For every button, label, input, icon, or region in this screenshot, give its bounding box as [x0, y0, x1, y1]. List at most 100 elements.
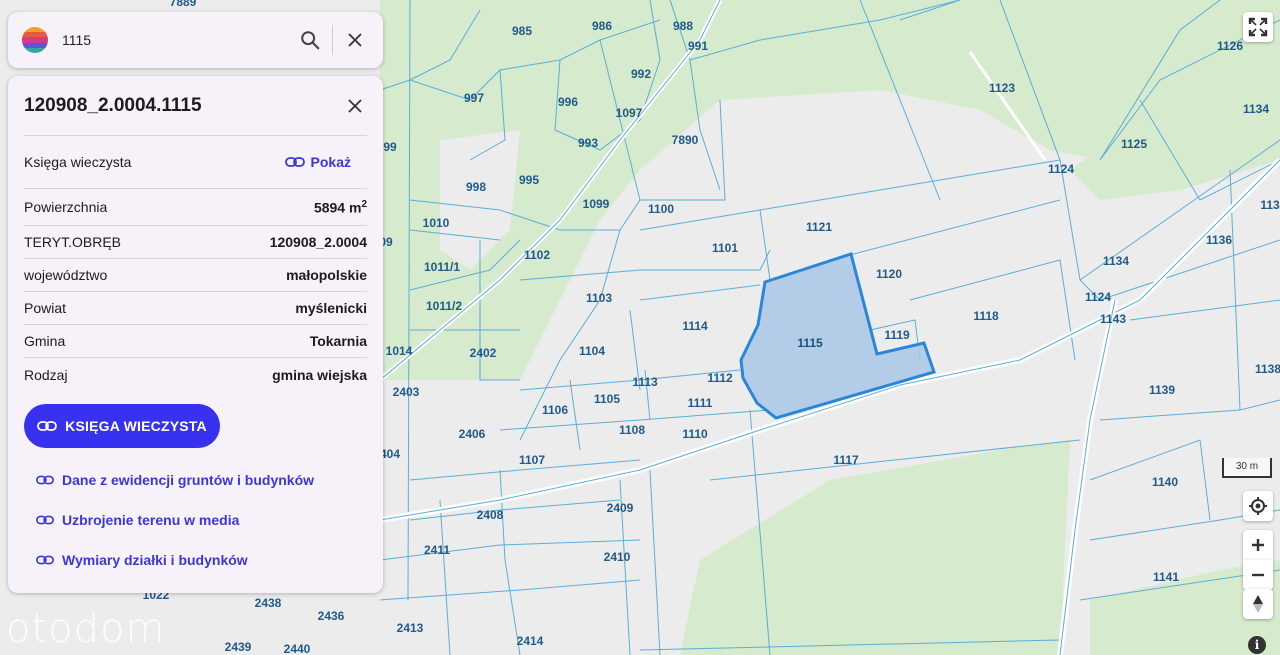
- fullscreen-button[interactable]: [1243, 12, 1273, 42]
- parcel-label: 1124: [1085, 290, 1111, 304]
- zoom-out-button[interactable]: [1243, 560, 1273, 590]
- link-icon: [37, 421, 58, 431]
- parcel-label: 992: [631, 67, 651, 81]
- row-label: Powierzchnia: [24, 199, 108, 215]
- link-icon: [36, 555, 54, 565]
- compass-icon: [1253, 595, 1263, 613]
- link-dimensions[interactable]: Wymiary działki i budynków: [24, 540, 367, 580]
- minus-icon: [1252, 573, 1264, 577]
- land-register-button-label: KSIĘGA WIECZYSTA: [65, 418, 207, 434]
- parcel-label: 1099: [583, 197, 610, 211]
- row-county: Powiat myślenicki: [24, 292, 367, 325]
- parcel-label: 1110: [682, 427, 708, 441]
- link-icon: [284, 157, 305, 167]
- show-link-label: Pokaż: [310, 154, 351, 170]
- parcel-label: 2439: [225, 640, 252, 654]
- locate-button[interactable]: [1243, 491, 1273, 521]
- row-label: Rodzaj: [24, 366, 68, 383]
- link-land-records[interactable]: Dane z ewidencji gruntów i budynków: [24, 460, 367, 500]
- parcel-id-title: 120908_2.0004.1115: [24, 94, 202, 116]
- parcel-label: 2436: [318, 609, 345, 623]
- parcel-label: 1010: [423, 216, 450, 230]
- panel-links: Dane z ewidencji gruntów i budynków Uzbr…: [24, 460, 367, 580]
- scale-bar: 30 m: [1222, 458, 1272, 478]
- row-value: 120908_2.0004: [269, 234, 367, 250]
- parcel-label: 1114: [682, 319, 708, 333]
- land-register-button[interactable]: KSIĘGA WIECZYSTA: [24, 404, 220, 448]
- link-label: Dane z ewidencji gruntów i budynków: [62, 472, 315, 488]
- parcel-label: 113: [1260, 198, 1280, 212]
- parcel-label: 1121: [806, 220, 832, 234]
- fullscreen-icon: [1248, 17, 1268, 37]
- parcel-label: 1143: [1100, 312, 1126, 326]
- link-utilities[interactable]: Uzbrojenie terenu w media: [24, 500, 367, 540]
- parcel-label: 988: [673, 19, 693, 33]
- row-value: myślenicki: [295, 300, 367, 316]
- parcel-info-panel: 120908_2.0004.1115 Księga wieczysta Poka…: [8, 76, 383, 593]
- row-commune: Gmina Tokarnia: [24, 325, 367, 358]
- parcel-label: 985: [512, 24, 532, 38]
- parcel-label: 2409: [607, 501, 634, 515]
- parcel-label: 997: [464, 91, 484, 105]
- parcel-label: 2440: [284, 642, 311, 655]
- area-value: 5894 m2: [314, 199, 367, 216]
- parcel-label: 1117: [833, 453, 859, 467]
- parcel-label: 99: [383, 140, 397, 154]
- search-input[interactable]: 1115: [62, 32, 288, 48]
- zoom-in-button[interactable]: [1243, 530, 1273, 560]
- attribution-info-icon[interactable]: i: [1248, 636, 1266, 654]
- row-label: Księga wieczysta: [24, 154, 132, 170]
- parcel-label: 2402: [470, 346, 497, 360]
- show-link[interactable]: Pokaż: [284, 154, 351, 170]
- row-voivodeship: województwo małopolskie: [24, 259, 367, 292]
- parcel-label: 1125: [1121, 137, 1147, 151]
- parcel-label: 2403: [393, 385, 420, 399]
- row-teryt: TERYT.OBRĘB 120908_2.0004: [24, 226, 367, 259]
- row-type: Rodzaj gmina wiejska: [24, 358, 367, 391]
- parcel-label: 1100: [648, 202, 674, 216]
- parcel-label: 1104: [579, 344, 605, 358]
- plus-icon: [1252, 539, 1264, 551]
- parcel-label: 998: [466, 180, 486, 194]
- row-land-register: Księga wieczysta Pokaż: [24, 136, 367, 189]
- parcel-label: 1106: [542, 403, 568, 417]
- parcel-label: 1101: [712, 241, 738, 255]
- parcel-label: 1124: [1048, 162, 1074, 176]
- row-value: Tokarnia: [309, 333, 367, 349]
- area-unit-exponent: 2: [361, 198, 367, 210]
- parcel-label: 2408: [477, 508, 504, 522]
- parcel-label: 2413: [397, 621, 424, 635]
- parcel-label: 1126: [1217, 39, 1243, 53]
- locate-icon: [1249, 497, 1267, 515]
- close-icon[interactable]: [343, 94, 367, 118]
- search-icon[interactable]: [288, 18, 332, 62]
- parcel-label: 1108: [619, 423, 645, 437]
- parcel-label: 1011/1: [424, 260, 460, 274]
- parcel-label: 2406: [459, 427, 486, 441]
- parcel-label: 7890: [672, 133, 699, 147]
- parcel-label: 2438: [255, 596, 282, 610]
- parcel-label: 986: [592, 19, 612, 33]
- area-number: 5894 m: [313, 199, 362, 216]
- parcel-label: 996: [558, 95, 578, 109]
- parcel-label: 1105: [594, 392, 620, 406]
- parcel-label: 1120: [876, 267, 902, 281]
- link-icon: [36, 515, 54, 525]
- parcel-label: 7889: [170, 0, 197, 9]
- app-logo: [22, 27, 48, 53]
- parcel-label: 1119: [884, 328, 910, 342]
- parcel-label: 2410: [604, 550, 631, 564]
- row-value: małopolskie: [286, 267, 367, 283]
- parcel-label: 1118: [973, 309, 999, 323]
- parcel-label: 404: [380, 447, 400, 461]
- clear-search-icon[interactable]: [333, 18, 377, 62]
- compass-button[interactable]: [1243, 589, 1273, 619]
- parcel-label: 1134: [1103, 254, 1129, 268]
- parcel-label: 1134: [1243, 102, 1269, 116]
- row-label: Gmina: [24, 333, 66, 349]
- parcel-label: 1136: [1206, 233, 1232, 247]
- parcel-label: 1102: [524, 248, 550, 262]
- parcel-label: 2414: [517, 634, 544, 648]
- parcel-label: 2411: [424, 543, 450, 557]
- search-bar: 1115: [8, 12, 383, 68]
